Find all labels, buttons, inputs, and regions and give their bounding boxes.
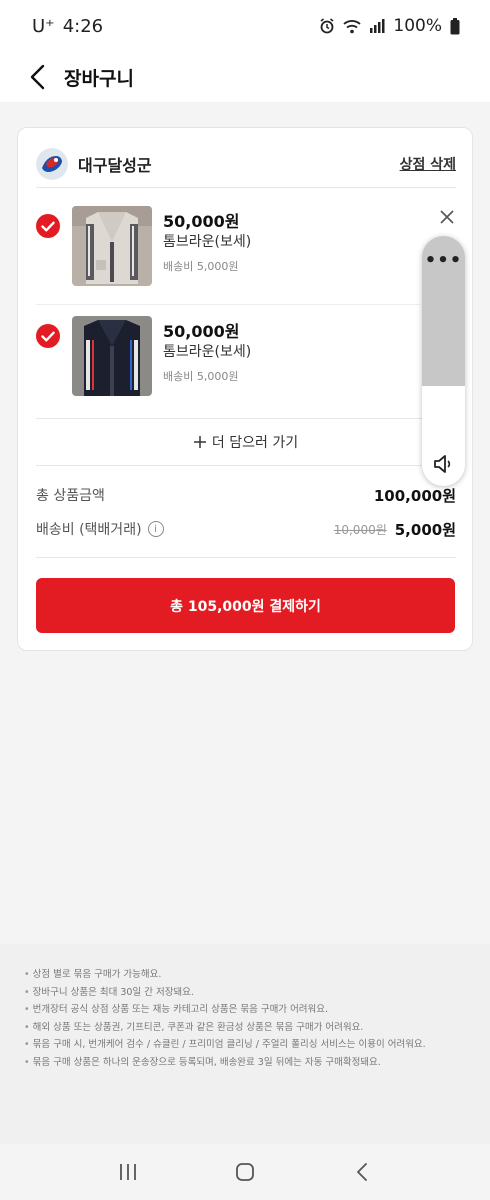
shipping-fee-label: 배송비 (택배거래) [36,522,142,538]
item-shipping-fee: 배송비 5,000원 [163,260,239,273]
page-title: 장바구니 [64,67,134,90]
check-icon [41,331,55,341]
volume-panel[interactable]: ••• [422,236,465,486]
summary-divider [36,557,456,558]
item-divider [36,304,420,305]
notice-item: 상점 별로 묶음 구매가 가능해요. [24,966,490,984]
shipping-original-price: 10,000원 [333,522,387,537]
item-price: 50,000원 [163,322,240,341]
cart-item: 50,000원 톰브라운(보세) 배송비 5,000원 [36,316,456,412]
shop-row: 대구달성군 상점 삭제 [36,144,456,188]
item-checkbox[interactable] [36,324,60,348]
item-price: 50,000원 [163,212,240,231]
item-shipping-fee: 배송비 5,000원 [163,370,239,383]
checkout-button[interactable]: 총 105,000원 결제하기 [36,578,455,633]
cart-item: 50,000원 톰브라운(보세) 배송비 5,000원 [36,206,456,302]
item-name[interactable]: 톰브라운(보세) [163,231,251,251]
carrier-label: U⁺ [32,15,55,37]
notice-item: 번개장터 공식 상점 상품 또는 재능 카테고리 상품은 묶음 구매가 어려워요… [24,1001,490,1019]
system-nav-bar [0,1144,490,1200]
plus-icon [193,436,206,448]
home-button[interactable] [227,1154,263,1190]
shipping-label-group: 배송비 (택배거래) i [36,519,164,539]
shipping-values: 10,000원 5,000원 [334,519,456,540]
check-icon [41,221,55,231]
add-more-label: 더 담으러 가기 [211,435,299,451]
item-thumbnail[interactable] [72,206,152,286]
item-name[interactable]: 톰브라운(보세) [163,341,251,361]
recent-apps-icon [120,1164,137,1180]
battery-icon [450,17,460,35]
close-icon [440,210,454,224]
back-icon [356,1163,367,1181]
clock: 4:26 [62,15,104,37]
shipping-fee-row: 배송비 (택배거래) i 10,000원 5,000원 [36,517,456,541]
battery-level: 100% [393,16,442,36]
status-bar: U⁺ 4:26 100% [0,0,490,52]
item-thumbnail[interactable] [72,316,152,396]
add-more-button[interactable]: 더 담으러 가기 [36,418,456,466]
wifi-icon [343,19,361,34]
shop-name: 대구달성군 [78,155,152,175]
home-icon [236,1163,254,1181]
total-price-label: 총 상품금액 [36,488,105,504]
status-right: 100% [319,16,460,36]
app-header: 장바구니 [0,52,490,102]
recent-apps-button[interactable] [110,1154,146,1190]
info-icon[interactable]: i [147,521,164,537]
delete-shop-button[interactable]: 상점 삭제 [400,154,456,174]
signal-icon [369,19,385,33]
status-left: U⁺ 4:26 [32,16,103,37]
item-checkbox[interactable] [36,214,60,238]
shop-info[interactable]: 대구달성군 [36,147,152,180]
shop-avatar [36,147,68,180]
total-price-value: 100,000원 [373,486,456,505]
notice-item: 장바구니 상품은 최대 30일 간 저장돼요. [24,984,490,1002]
speaker-icon[interactable] [432,452,456,476]
notice-item: 묶음 구매 상품은 하나의 운송장으로 등록되며, 배송완료 3일 뒤에는 자동… [24,1054,490,1072]
back-button[interactable] [24,61,50,93]
shipping-fee-value: 5,000원 [394,520,456,539]
alarm-icon [319,18,335,34]
back-nav-button[interactable] [344,1154,380,1190]
chevron-left-icon [30,64,45,90]
cart-shop-card: 대구달성군 상점 삭제 50,000원 톰브라운(보세) 배송비 5,000원 … [17,127,473,651]
volume-more-button[interactable]: ••• [422,250,465,271]
total-price-row: 총 상품금액 100,000원 [36,483,456,507]
cart-notice: 상점 별로 묶음 구매가 가능해요. 장바구니 상품은 최대 30일 간 저장돼… [0,944,490,1144]
remove-item-button[interactable] [436,206,458,228]
notice-item: 해외 상품 또는 상품권, 기프티콘, 쿠폰과 같은 환금성 상품은 묶음 구매… [24,1019,490,1037]
notice-item: 묶음 구매 시, 번개케어 검수 / 슈클린 / 프리미엄 클리닝 / 주얼리 … [24,1036,490,1054]
